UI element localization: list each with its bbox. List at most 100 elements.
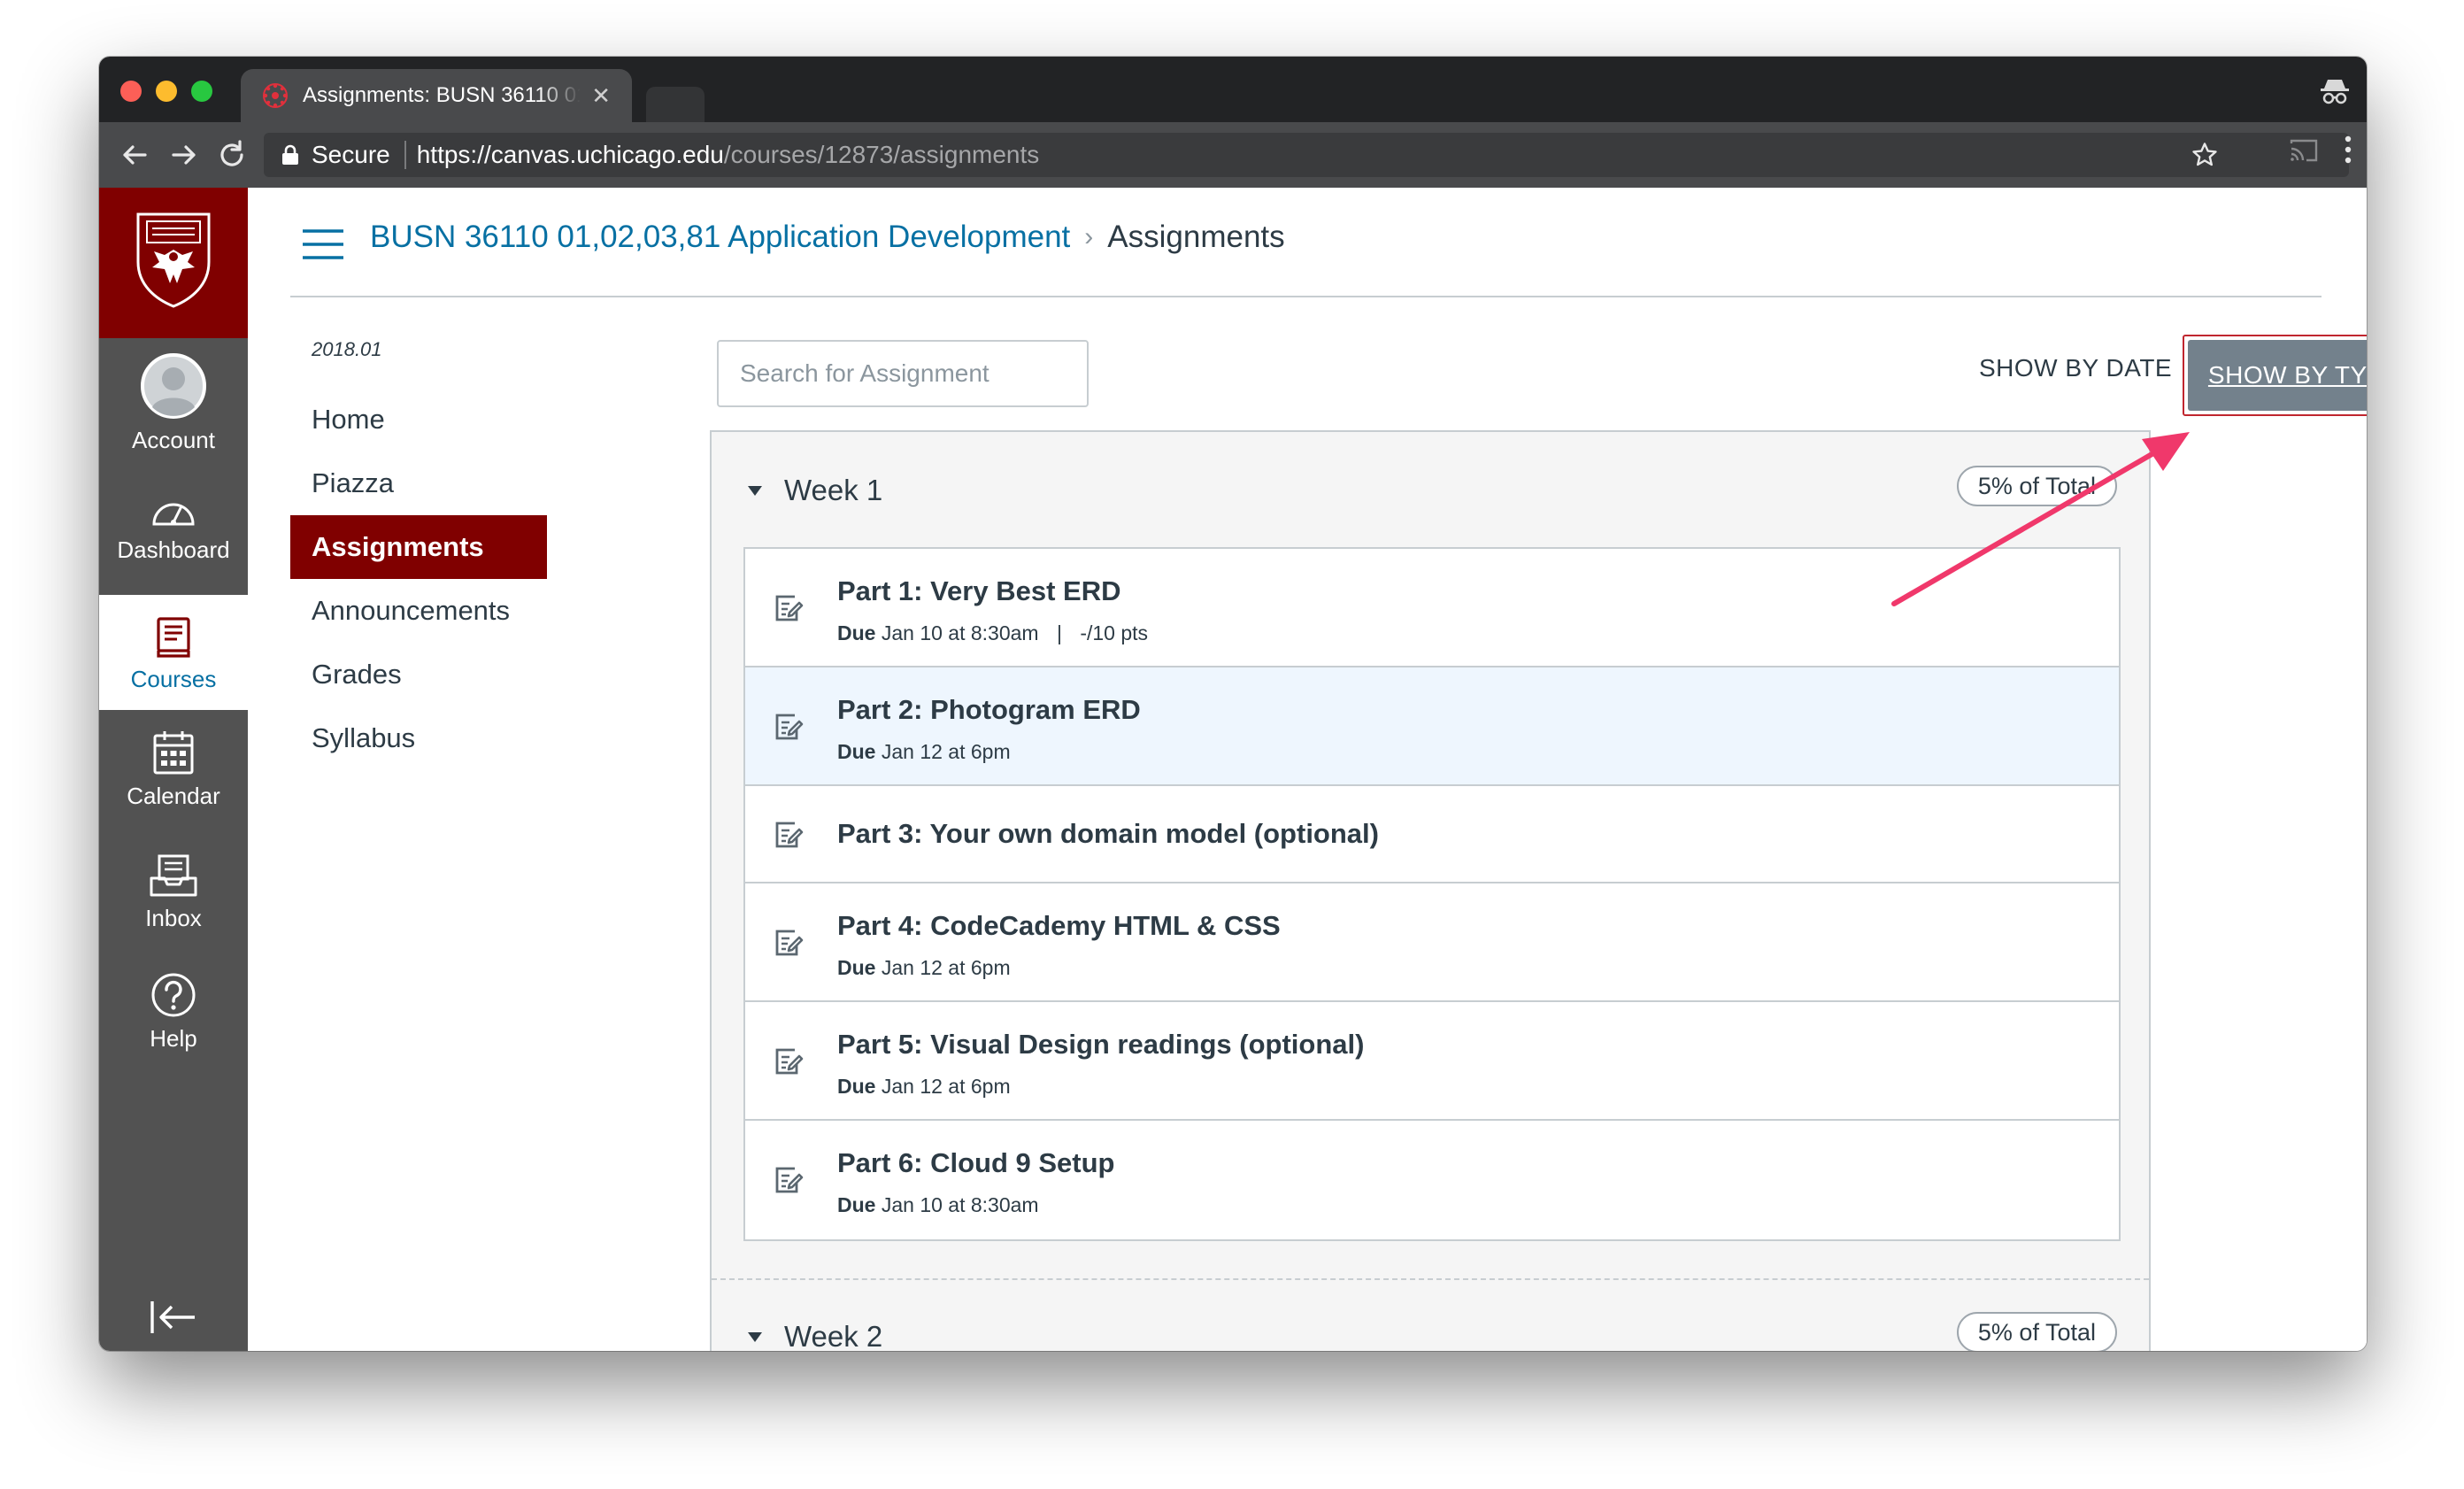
course-nav-syllabus[interactable]: Syllabus: [290, 706, 547, 770]
global-nav-dashboard[interactable]: Dashboard: [99, 494, 248, 564]
assignment-meta: Due Jan 12 at 6pm: [837, 956, 1011, 980]
assignment-title[interactable]: Part 2: Photogram ERD: [837, 694, 1141, 726]
new-tab-button[interactable]: [646, 87, 705, 122]
course-nav-home[interactable]: Home: [290, 388, 547, 451]
incognito-icon: [2321, 80, 2349, 104]
due-date: Jan 10 at 8:30am: [881, 621, 1039, 644]
group-title-week-2: Week 2: [784, 1320, 883, 1351]
course-nav-piazza[interactable]: Piazza: [290, 451, 547, 515]
browser-menu-icon[interactable]: [2344, 135, 2352, 165]
course-term: 2018.01: [312, 338, 382, 360]
global-nav-account[interactable]: Account: [99, 352, 248, 454]
search-assignment-input[interactable]: [717, 340, 1089, 407]
assignment-icon: [775, 714, 804, 740]
assignment-title[interactable]: Part 5: Visual Design readings (optional…: [837, 1029, 1364, 1061]
global-nav-help-label: Help: [150, 1025, 197, 1052]
assignment-title[interactable]: Part 6: Cloud 9 Setup: [837, 1147, 1114, 1179]
assignment-meta: Due Jan 12 at 6pm: [837, 740, 1011, 764]
due-label: Due: [837, 621, 876, 644]
assignment-row[interactable]: Part 5: Visual Design readings (optional…: [745, 1002, 2119, 1121]
assignment-icon: [775, 930, 804, 956]
assignment-groups: Week 1 5% of Total Part 1: Very Best ERD…: [710, 430, 2151, 1351]
assignment-group-header[interactable]: Week 2: [747, 1310, 882, 1351]
global-nav-account-label: Account: [132, 427, 215, 453]
assignment-title[interactable]: Part 4: CodeCademy HTML & CSS: [837, 910, 1281, 942]
courses-book-icon: [157, 617, 190, 658]
breadcrumb-chevron-icon: ›: [1084, 222, 1094, 251]
assignment-row[interactable]: Part 2: Photogram ERD Due Jan 12 at 6pm: [745, 667, 2119, 786]
course-nav-assignments[interactable]: Assignments: [290, 515, 547, 579]
course-nav-grades[interactable]: Grades: [290, 643, 547, 706]
omnibox-divider: [404, 141, 406, 169]
assignment-icon: [775, 1048, 804, 1075]
assignment-title[interactable]: Part 1: Very Best ERD: [837, 575, 1120, 607]
due-date: Jan 12 at 6pm: [881, 956, 1011, 979]
hamburger-menu-icon[interactable]: [301, 228, 345, 260]
group-weight-badge: 5% of Total: [1956, 1312, 2117, 1351]
browser-tab-active[interactable]: Assignments: BUSN 36110 01,02,03,81 Appl…: [241, 69, 632, 122]
browser-tab-bar: Assignments: BUSN 36110 01,02,03,81 Appl…: [99, 57, 2367, 122]
breadcrumb: BUSN 36110 01,02,03,81 Application Devel…: [370, 220, 1285, 255]
due-date: Jan 12 at 6pm: [881, 740, 1011, 763]
group-divider: [712, 1278, 2149, 1280]
breadcrumb-current: Assignments: [1107, 220, 1285, 254]
calendar-icon: [153, 731, 194, 775]
caret-down-icon[interactable]: [747, 1331, 763, 1343]
global-nav-courses-label: Courses: [130, 666, 217, 692]
assignment-meta: Due Jan 12 at 6pm: [837, 1075, 1011, 1099]
account-avatar-icon: [141, 353, 206, 419]
assignment-group-header[interactable]: Week 1: [747, 464, 882, 517]
cast-icon[interactable]: [2289, 136, 2319, 165]
course-nav-announcements[interactable]: Announcements: [290, 579, 547, 643]
assignment-row[interactable]: Part 4: CodeCademy HTML & CSS Due Jan 12…: [745, 883, 2119, 1002]
url-path: /courses/12873/assignments: [723, 141, 1040, 168]
global-nav-help[interactable]: Help: [99, 972, 248, 1053]
minimize-window-button[interactable]: [156, 81, 177, 102]
canvas-favicon-icon: [263, 83, 288, 108]
collapse-nav-icon[interactable]: [149, 1298, 198, 1337]
back-arrow-icon[interactable]: [117, 137, 152, 173]
assignment-row[interactable]: Part 6: Cloud 9 Setup Due Jan 10 at 8:30…: [745, 1121, 2119, 1239]
global-nav-calendar-label: Calendar: [127, 783, 220, 809]
due-date: Jan 12 at 6pm: [881, 1075, 1011, 1098]
due-date: Jan 10 at 8:30am: [881, 1193, 1039, 1216]
due-label: Due: [837, 740, 876, 763]
due-label: Due: [837, 1193, 876, 1216]
close-window-button[interactable]: [120, 81, 142, 102]
show-by-type-button[interactable]: SHOW BY TYPE: [2188, 340, 2367, 411]
global-nav-dashboard-label: Dashboard: [117, 536, 230, 563]
course-nav: 2018.01 Home Piazza Assignments Announce…: [290, 338, 547, 770]
group-title-week-1: Week 1: [784, 474, 883, 506]
page-header: BUSN 36110 01,02,03,81 Application Devel…: [290, 188, 2322, 297]
lock-icon: [282, 144, 298, 165]
due-label: Due: [837, 1075, 876, 1098]
address-bar[interactable]: Secure https://canvas.uchicago.edu /cour…: [264, 133, 2349, 177]
global-nav-calendar[interactable]: Calendar: [99, 729, 248, 810]
show-by-date-button[interactable]: SHOW BY DATE: [1979, 354, 2172, 382]
maximize-window-button[interactable]: [191, 81, 212, 102]
assignment-points: -/10 pts: [1080, 621, 1149, 644]
global-nav: Account Dashboard Courses Calendar Inbox…: [99, 188, 248, 1351]
global-nav-inbox-label: Inbox: [145, 905, 202, 931]
assignment-meta: Due Jan 10 at 8:30am: [837, 1193, 1039, 1217]
uchicago-logo[interactable]: [99, 188, 248, 338]
breadcrumb-course-link[interactable]: BUSN 36110 01,02,03,81 Application Devel…: [370, 220, 1070, 255]
forward-arrow-icon[interactable]: [166, 137, 202, 173]
assignment-title[interactable]: Part 3: Your own domain model (optional): [837, 818, 1379, 850]
global-nav-courses[interactable]: Courses: [99, 595, 248, 710]
assignment-row[interactable]: Part 1: Very Best ERD Due Jan 10 at 8:30…: [745, 549, 2119, 667]
bookmark-star-icon[interactable]: [2191, 142, 2218, 168]
group-weight-badge: 5% of Total: [1956, 466, 2117, 506]
browser-window: Assignments: BUSN 36110 01,02,03,81 Appl…: [99, 57, 2367, 1351]
inbox-icon: [150, 854, 197, 897]
url-host: https://canvas.uchicago.edu: [416, 141, 724, 168]
global-nav-inbox[interactable]: Inbox: [99, 853, 248, 932]
caret-down-icon[interactable]: [747, 484, 763, 497]
assignment-row[interactable]: Part 3: Your own domain model (optional): [745, 786, 2119, 883]
tab-close-icon[interactable]: ✕: [591, 82, 611, 110]
assignment-icon: [775, 595, 804, 621]
dashboard-gauge-icon: [152, 503, 195, 526]
tab-title: Assignments: BUSN 36110 01,02,03,81 Appl…: [303, 83, 581, 107]
browser-toolbar: Secure https://canvas.uchicago.edu /cour…: [99, 122, 2367, 188]
reload-icon[interactable]: [214, 137, 250, 173]
